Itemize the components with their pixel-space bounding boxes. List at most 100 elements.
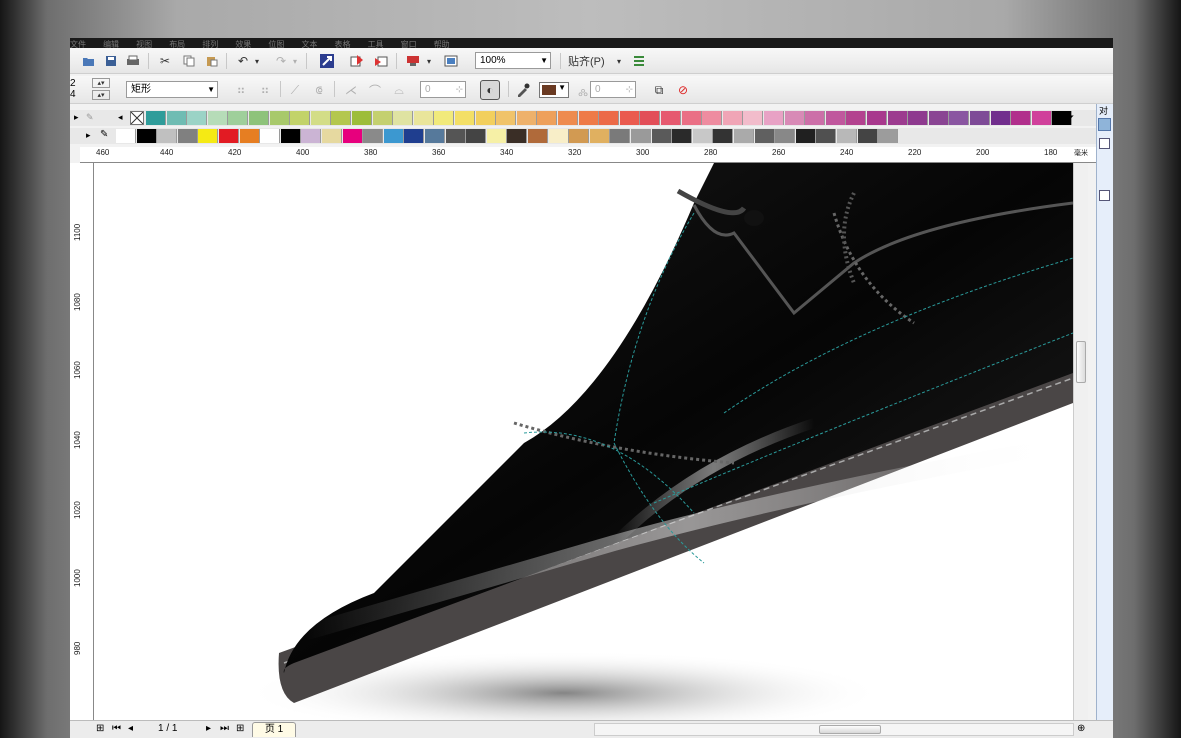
color-swatch[interactable] (187, 111, 208, 125)
color-swatch[interactable] (466, 129, 487, 143)
color-swatch[interactable] (331, 111, 352, 125)
shape-type-combo[interactable]: 矩形 ▼ (126, 81, 218, 98)
color-swatch[interactable] (867, 111, 887, 125)
color-swatch[interactable] (908, 111, 929, 125)
color-swatch[interactable] (363, 129, 384, 143)
menu-arrange[interactable]: 排列 (202, 40, 218, 48)
redo-icon[interactable]: ↷ (272, 52, 290, 70)
redo-dropdown-icon[interactable]: ▾ (290, 52, 300, 70)
color-swatch[interactable] (784, 111, 805, 125)
fill-color-picker[interactable]: ▼ (539, 82, 569, 98)
palette-scroll-left-icon[interactable]: ◂ (118, 112, 123, 123)
color-swatch[interactable] (722, 111, 743, 125)
color-swatch[interactable] (528, 129, 548, 143)
color-swatch[interactable] (640, 111, 661, 125)
color-swatch[interactable] (599, 111, 620, 125)
color-swatch[interactable] (743, 111, 764, 125)
menu-file[interactable]: 文件 (70, 40, 86, 48)
color-swatch[interactable] (207, 111, 228, 125)
color-swatch[interactable] (990, 111, 1011, 125)
undo-dropdown-icon[interactable]: ▾ (252, 52, 262, 70)
color-swatch[interactable] (681, 111, 702, 125)
color-swatch[interactable] (228, 111, 249, 125)
palette-eyedropper-icon[interactable]: ✎ (86, 112, 94, 123)
color-swatch[interactable] (413, 111, 434, 125)
search-content-icon[interactable] (318, 52, 336, 70)
color-swatch[interactable] (249, 111, 269, 125)
outline-width-input[interactable]: 0 ⊹ (590, 81, 636, 98)
color-swatch[interactable] (157, 129, 178, 143)
open-icon[interactable] (80, 52, 98, 70)
color-swatch[interactable] (239, 129, 260, 143)
color-swatch[interactable] (569, 129, 590, 143)
color-swatch[interactable] (619, 111, 640, 125)
node-distribute-icon[interactable]: ⠶ (256, 81, 274, 99)
palette-menu-icon[interactable]: ▸ (86, 130, 91, 141)
color-swatch[interactable] (734, 129, 754, 143)
color-swatch[interactable] (116, 129, 136, 143)
menu-window[interactable]: 窗口 (401, 40, 417, 48)
welcome-screen-icon[interactable] (442, 52, 460, 70)
color-swatch[interactable] (280, 129, 301, 143)
copy-properties-icon[interactable]: ⧉ (650, 81, 668, 99)
color-swatch[interactable] (692, 129, 713, 143)
color-swatch[interactable] (475, 111, 496, 125)
color-swatch[interactable] (887, 111, 908, 125)
color-swatch[interactable] (578, 111, 599, 125)
color-swatch[interactable] (198, 129, 219, 143)
color-swatch[interactable] (1011, 111, 1032, 125)
angle-input[interactable]: 0 ⊹ (420, 81, 466, 98)
docker-layer-icon[interactable] (1099, 138, 1110, 149)
color-swatch[interactable] (589, 129, 610, 143)
first-page-icon[interactable]: ⏮ (112, 723, 121, 734)
color-swatch[interactable] (425, 129, 445, 143)
color-swatch[interactable] (146, 111, 166, 125)
color-swatch[interactable] (537, 111, 558, 125)
color-swatch[interactable] (754, 129, 775, 143)
horizontal-scrollbar[interactable] (594, 723, 1074, 736)
snap-dropdown-icon[interactable]: ▾ (614, 52, 624, 70)
color-swatch[interactable] (301, 129, 322, 143)
color-swatch[interactable] (269, 111, 290, 125)
horizontal-scroll-thumb[interactable] (819, 725, 881, 734)
docker-layer-icon[interactable] (1099, 190, 1110, 201)
save-icon[interactable] (102, 52, 120, 70)
color-swatch[interactable] (496, 111, 517, 125)
paste-icon[interactable] (203, 52, 221, 70)
color-swatch[interactable] (1031, 111, 1052, 125)
color-swatch[interactable] (507, 129, 528, 143)
no-color-swatch[interactable] (130, 111, 144, 125)
bezier-tool-icon[interactable]: ⋌ (342, 81, 360, 99)
menu-text[interactable]: 文本 (301, 40, 317, 48)
color-swatch[interactable] (290, 111, 311, 125)
color-swatch[interactable] (713, 129, 734, 143)
page-tab[interactable]: 页 1 (252, 722, 296, 737)
menu-table[interactable]: 表格 (335, 40, 351, 48)
color-swatch[interactable] (610, 129, 631, 143)
vertical-scrollbar[interactable] (1073, 163, 1088, 725)
menu-tools[interactable]: 工具 (368, 40, 384, 48)
node-align-icon[interactable]: ⠶ (232, 81, 250, 99)
color-swatch[interactable] (795, 129, 816, 143)
palette-eyedropper-icon[interactable]: ✎ (100, 129, 108, 140)
color-swatch[interactable] (825, 111, 846, 125)
zoom-level-combo[interactable]: 100% ▼ (475, 52, 551, 69)
menu-view[interactable]: 视图 (136, 40, 152, 48)
drawing-canvas[interactable] (94, 163, 1073, 725)
menu-layout[interactable]: 布局 (169, 40, 185, 48)
color-swatch[interactable] (486, 129, 507, 143)
menu-effects[interactable]: 效果 (235, 40, 251, 48)
application-launcher-icon[interactable] (404, 52, 422, 70)
color-swatch[interactable] (764, 111, 784, 125)
color-swatch[interactable] (846, 111, 867, 125)
color-swatch[interactable] (445, 129, 466, 143)
color-swatch[interactable] (352, 111, 372, 125)
color-swatch[interactable] (342, 129, 363, 143)
vertical-scroll-thumb[interactable] (1076, 341, 1086, 383)
color-swatch[interactable] (219, 129, 239, 143)
undo-icon[interactable]: ↶ (234, 52, 252, 70)
color-swatch[interactable] (949, 111, 970, 125)
color-swatch[interactable] (322, 129, 342, 143)
spinner-up-icon[interactable]: ▴▾ (92, 78, 110, 88)
color-swatch[interactable] (310, 111, 331, 125)
